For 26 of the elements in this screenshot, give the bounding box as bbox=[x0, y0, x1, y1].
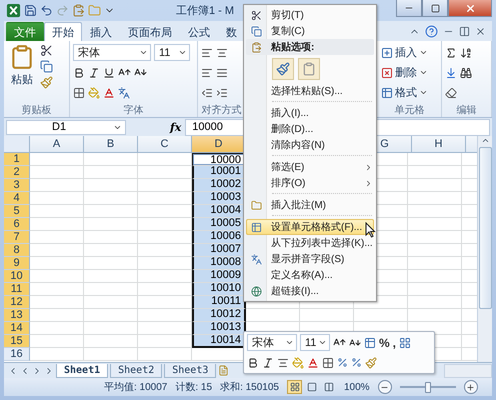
group-label: 对齐方式 bbox=[200, 104, 242, 117]
table-cell: 10009 bbox=[192, 270, 246, 283]
table-cell: 10011 bbox=[192, 296, 246, 309]
status-count: 计数: 15 bbox=[175, 380, 212, 394]
status-sum: 求和: 150105 bbox=[220, 380, 279, 394]
group-label: 字体 bbox=[122, 104, 144, 117]
zoom-level: 100% bbox=[344, 382, 370, 392]
menu-section-header: 粘贴选项: bbox=[246, 39, 374, 55]
table-cell: 10010 bbox=[192, 283, 246, 296]
table-cell: 10007 bbox=[192, 244, 246, 257]
window-title: 工作簿1 - M bbox=[176, 4, 234, 18]
group-label: 剪贴板 bbox=[20, 104, 52, 117]
table-cell: 10006 bbox=[192, 231, 246, 244]
table-cell: 10001 bbox=[192, 166, 246, 179]
table-cell: 10004 bbox=[192, 205, 246, 218]
group-label: 编辑 bbox=[456, 104, 478, 117]
table-cell: 10005 bbox=[192, 218, 246, 231]
table-cell: 10013 bbox=[192, 322, 246, 335]
table-cell: 10012 bbox=[192, 309, 246, 322]
status-average: 平均值: 10007 bbox=[104, 381, 168, 394]
table-cell: 10008 bbox=[192, 257, 246, 270]
table-cell: 10014 bbox=[192, 335, 246, 348]
table-cell: 10003 bbox=[192, 192, 246, 205]
group-label: 单元格 bbox=[394, 104, 426, 117]
table-cell: 10000 bbox=[192, 153, 246, 166]
table-cell: 10002 bbox=[192, 179, 246, 192]
